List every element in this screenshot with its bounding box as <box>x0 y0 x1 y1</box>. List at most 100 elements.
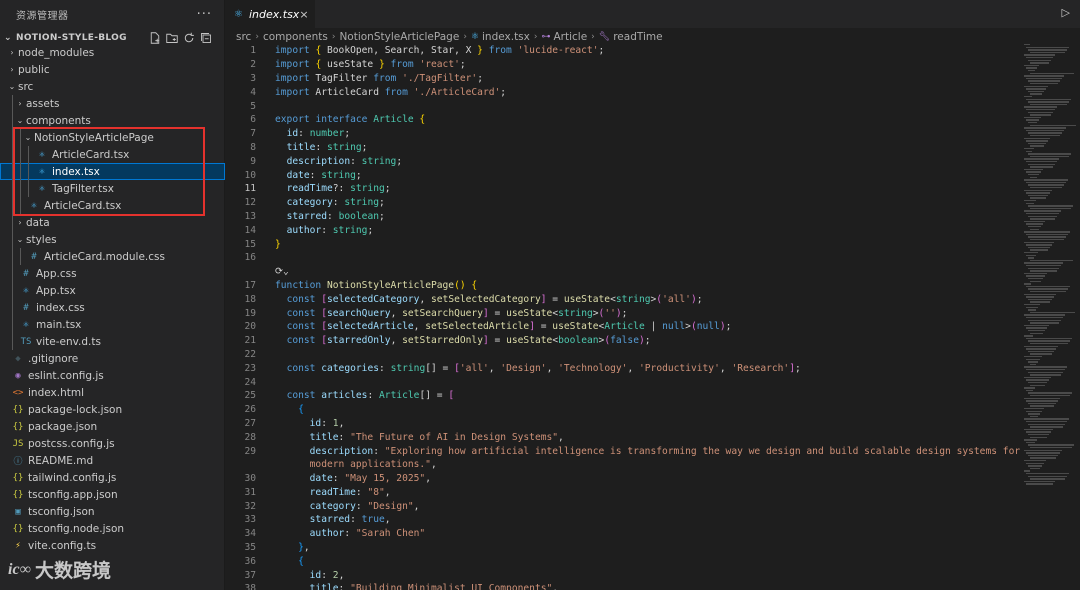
line-number: 32 <box>244 500 256 512</box>
tree-folder[interactable]: › data <box>0 214 225 231</box>
minimap-line <box>1024 449 1062 451</box>
breadcrumb-item[interactable]: NotionStyleArticlePage <box>339 31 459 43</box>
minimap-line <box>1028 454 1058 457</box>
code-line: 34 author: "Sarah Chen" <box>226 527 1020 541</box>
code-token: true <box>361 514 385 526</box>
code-token: = <box>546 293 564 305</box>
tree-file[interactable]: ⚛ App.tsx <box>0 282 225 299</box>
tree-file[interactable]: ◉ eslint.config.js <box>0 367 225 384</box>
minimap-line <box>1028 392 1072 394</box>
code-token: , <box>430 459 437 471</box>
tree-file[interactable]: <> index.html <box>0 384 225 401</box>
code-line: 11 readTime?: string; <box>226 182 1020 196</box>
tree-file[interactable]: TS vite-env.d.ts <box>0 333 225 350</box>
line-number: 25 <box>244 390 256 402</box>
new-file-icon[interactable] <box>148 31 161 44</box>
minimap-line <box>1028 319 1061 321</box>
code-token: : <box>321 417 333 429</box>
minimap-line <box>1026 327 1047 329</box>
minimap-line <box>1030 270 1057 272</box>
tree-folder[interactable]: › node_modules <box>0 44 225 61</box>
tree-file[interactable]: # App.css <box>0 265 225 282</box>
tree-file[interactable]: {} package-lock.json <box>0 401 225 418</box>
explorer-header: 资源管理器 ··· <box>0 0 224 28</box>
tree-file[interactable]: ⓘ README.md <box>0 452 225 469</box>
code-token: modern applications." <box>309 459 431 471</box>
tree-file[interactable]: {} tailwind.config.js <box>0 469 225 486</box>
line-number: 12 <box>244 197 256 209</box>
minimap-line <box>1028 444 1074 446</box>
indent-guide <box>20 197 21 214</box>
code-token: date <box>309 473 333 485</box>
tree-file[interactable]: {} tsconfig.node.json <box>0 520 225 537</box>
tree-file[interactable]: {} package.json <box>0 418 225 435</box>
breadcrumb-item[interactable]: src <box>236 31 251 43</box>
tree-file[interactable]: ⚛ ArticleCard.tsx <box>0 197 225 214</box>
tree-folder[interactable]: ⌄ styles <box>0 231 225 248</box>
code-token: articles <box>321 390 368 402</box>
tree-folder[interactable]: › assets <box>0 95 225 112</box>
tree-file[interactable]: ⚛ main.tsx <box>0 316 225 333</box>
tree-item-label: TagFilter.tsx <box>52 182 114 195</box>
code-line: 36 { <box>226 554 1020 568</box>
tree-file[interactable]: ⚛ index.tsx <box>0 163 225 180</box>
tab-index-tsx[interactable]: ⚛ index.tsx × <box>226 0 316 28</box>
minimap-line <box>1024 356 1042 358</box>
code-token: useState <box>321 59 379 71</box>
tree-file[interactable]: ⚛ ArticleCard.tsx <box>0 146 225 163</box>
tree-file[interactable]: ▣ tsconfig.json <box>0 503 225 520</box>
indent-guide <box>12 197 13 214</box>
code-token: , <box>413 321 426 333</box>
minimap[interactable] <box>1022 44 1080 590</box>
tree-folder[interactable]: ⌄ NotionStyleArticlePage <box>0 129 225 146</box>
minimap-line <box>1028 49 1067 51</box>
close-icon[interactable]: × <box>299 8 308 21</box>
new-folder-icon[interactable] <box>165 31 178 44</box>
tree-file[interactable]: ◆ .gitignore <box>0 350 225 367</box>
breadcrumb-item[interactable]: Article <box>553 31 587 43</box>
tree-file[interactable]: JS postcss.config.js <box>0 435 225 452</box>
code-editor[interactable]: 1 import { BookOpen, Search, Star, X } fr… <box>226 44 1020 590</box>
minimap-line <box>1024 64 1039 67</box>
tree-file[interactable]: ⚡ vite.config.ts <box>0 537 225 554</box>
code-line: 25 const articles: Article[] = [ <box>226 389 1020 403</box>
code-token: , <box>390 307 403 319</box>
tree-file[interactable]: {} tsconfig.app.json <box>0 486 225 503</box>
tree-item-label: tsconfig.app.json <box>28 488 118 501</box>
code-token: from <box>373 72 397 84</box>
tree-file[interactable]: ⚛ TagFilter.tsx <box>0 180 225 197</box>
minimap-line <box>1028 278 1043 280</box>
breadcrumb-item[interactable]: readTime <box>613 31 662 43</box>
tree-folder[interactable]: › public <box>0 61 225 78</box>
tree-folder[interactable]: ⌄ src <box>0 78 225 95</box>
code-token: | <box>644 321 663 333</box>
code-token: [] = <box>425 362 455 374</box>
line-number: 16 <box>244 252 256 264</box>
tree-file[interactable]: # index.css <box>0 299 225 316</box>
watermark-text: 大数跨境 <box>34 560 111 582</box>
tree-folder[interactable]: ⌄ components <box>0 112 225 129</box>
code-token: readTime <box>309 486 356 498</box>
tree-item-label: tsconfig.node.json <box>28 522 125 535</box>
code-token: BookOpen, Search, Star, X <box>321 45 478 57</box>
breadcrumb-item[interactable]: index.tsx <box>482 31 530 43</box>
run-icon[interactable]: ▷ <box>1062 6 1070 19</box>
code-text: import TagFilter from './TagFilter'; <box>256 73 483 84</box>
line-number: 26 <box>244 404 256 416</box>
code-line: 35 }, <box>226 541 1020 555</box>
more-actions-icon[interactable]: ··· <box>197 7 212 22</box>
tree-file[interactable]: # ArticleCard.module.css <box>0 248 225 265</box>
code-text: const [selectedCategory, setSelectedCate… <box>256 294 703 305</box>
minimap-line <box>1024 231 1070 233</box>
refresh-icon[interactable] <box>182 31 195 44</box>
breadcrumb-item[interactable]: components <box>263 31 328 43</box>
collapse-all-icon[interactable] <box>199 31 212 44</box>
interface-icon: ⊶ <box>541 32 551 42</box>
minimap-line <box>1030 447 1072 449</box>
code-token: : <box>332 473 345 485</box>
code-line: 29 description: "Exploring how artificia… <box>226 444 1020 458</box>
minimap-line <box>1024 418 1069 420</box>
